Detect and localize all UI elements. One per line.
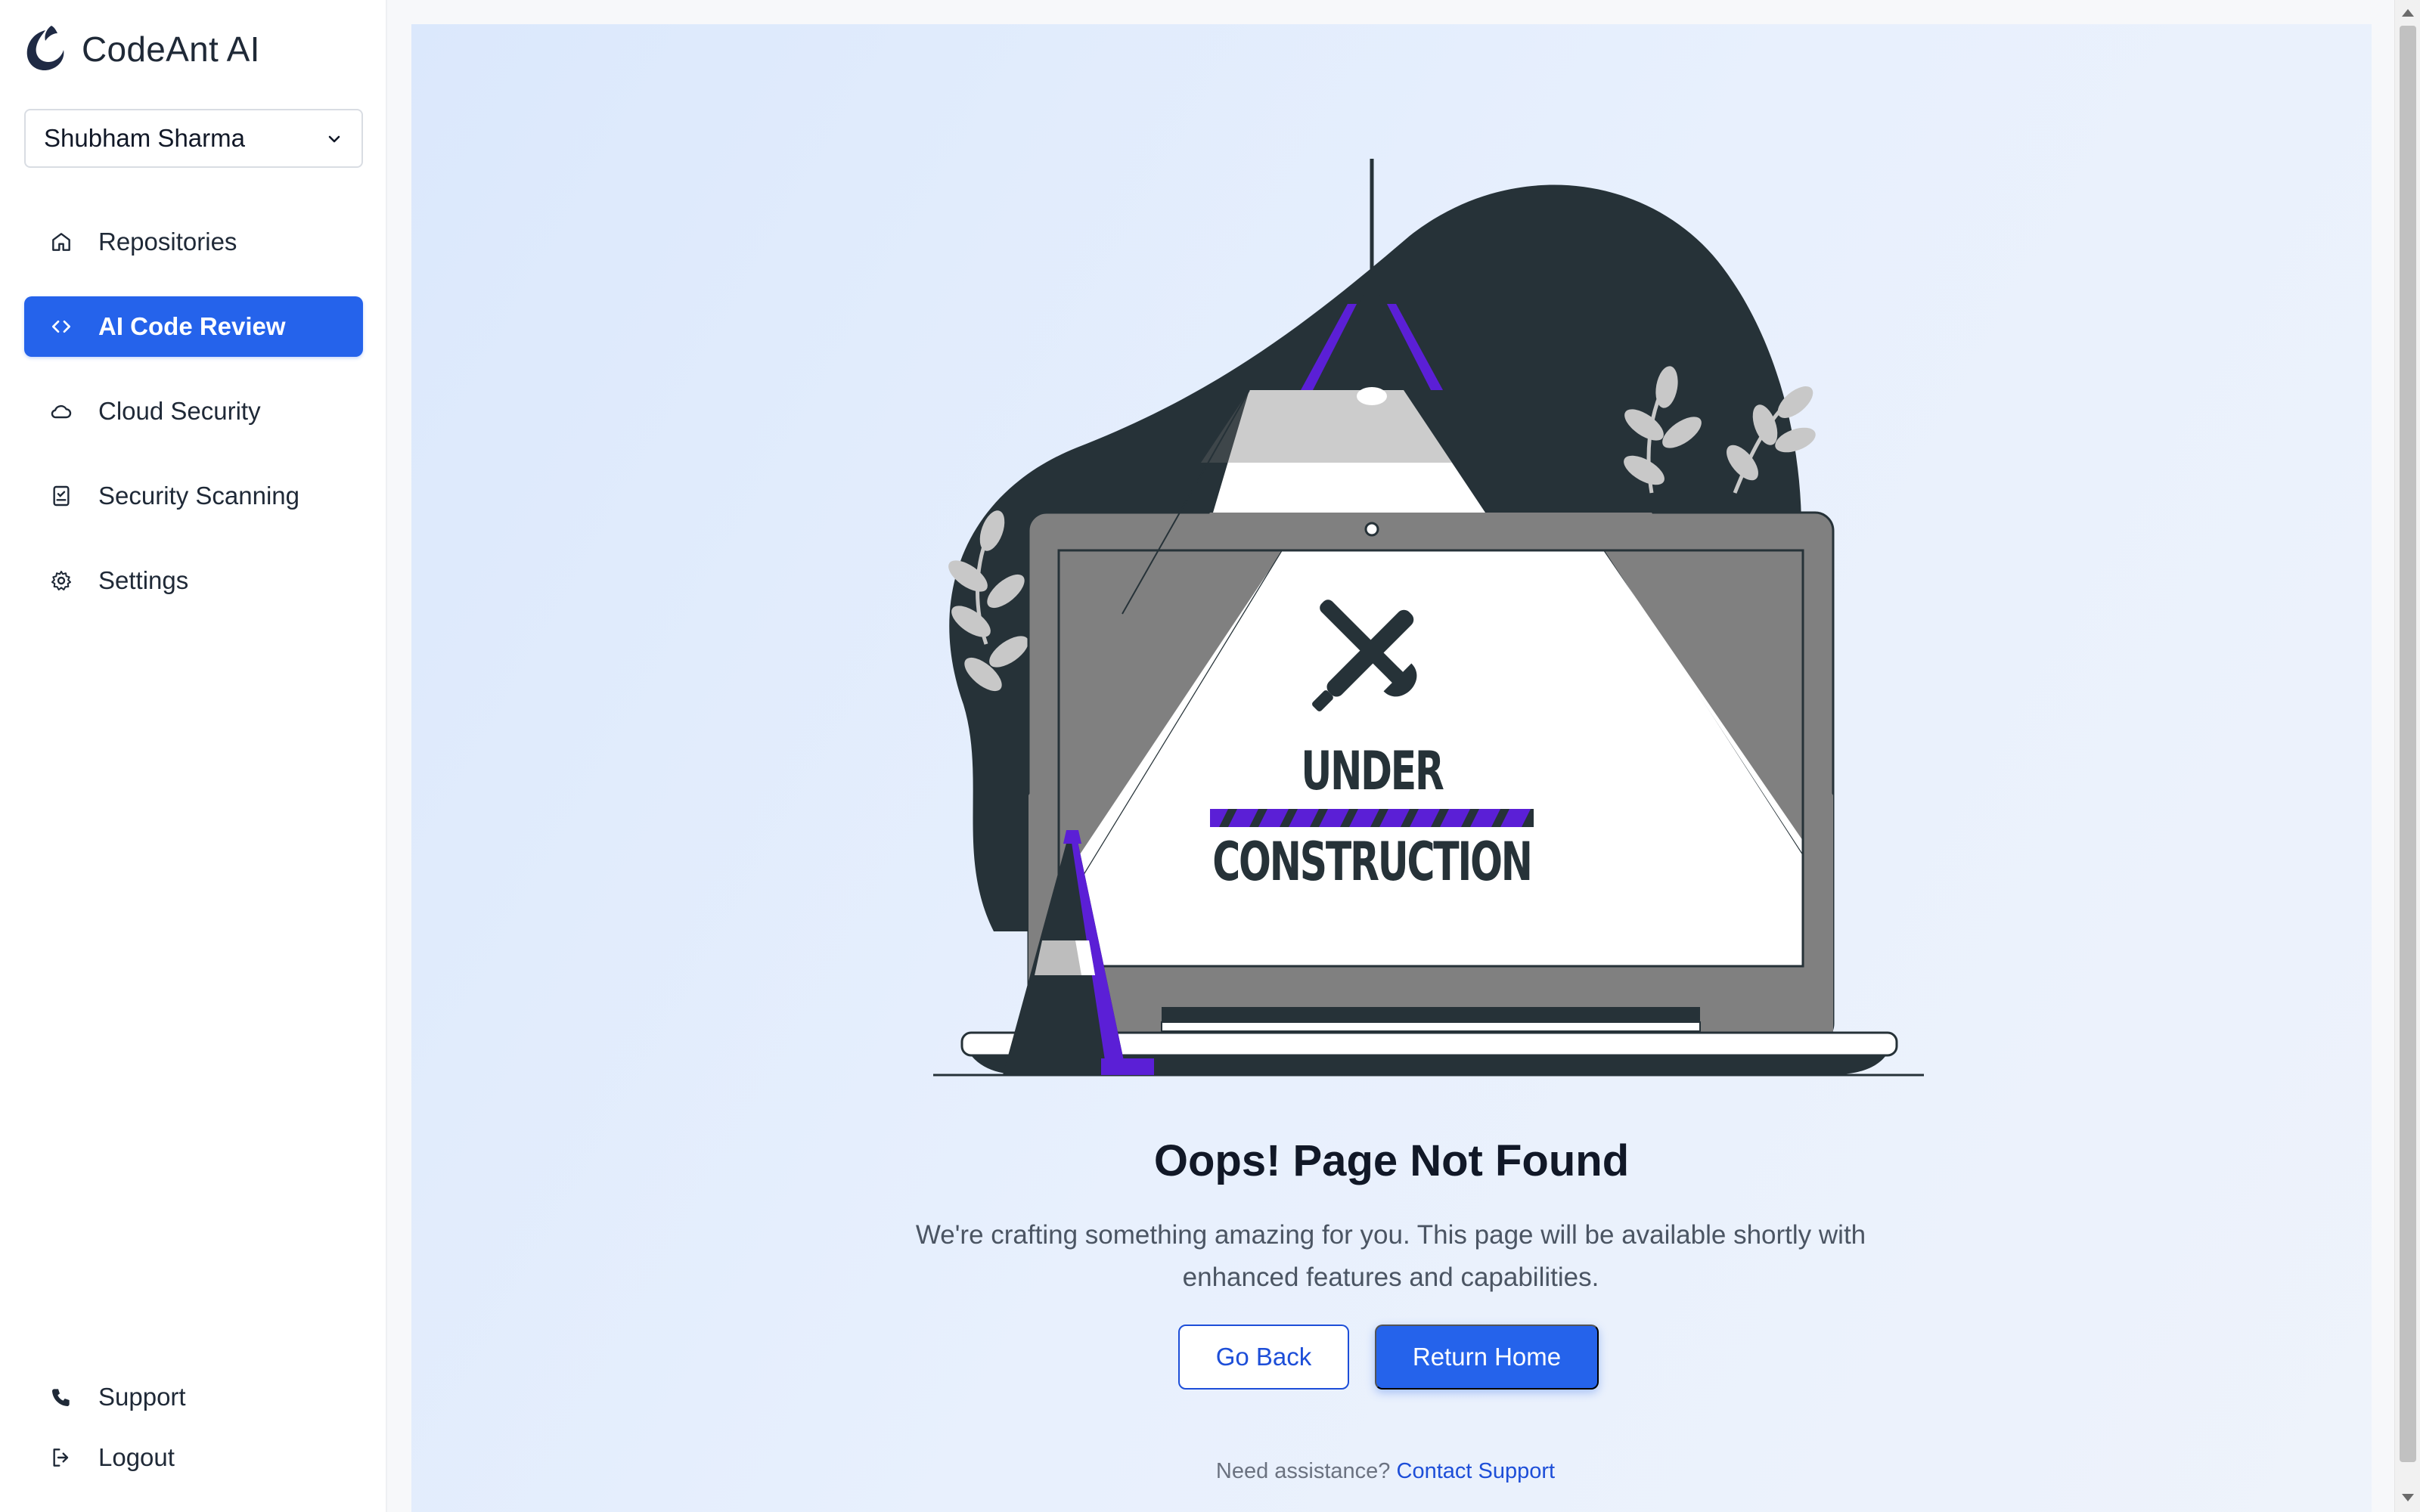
cloud-icon [48,398,74,424]
scroll-down-arrow-icon[interactable] [2402,1494,2414,1501]
sidebar-item-security-scanning[interactable]: Security Scanning [24,466,363,526]
sidebar: CodeAnt AI Shubham Sharma Repositories A… [0,0,387,1512]
sidebar-item-label: Support [98,1383,186,1411]
sidebar-item-ai-code-review[interactable]: AI Code Review [24,296,363,357]
org-selector[interactable]: Shubham Sharma [24,109,363,168]
sidebar-item-settings[interactable]: Settings [24,550,363,611]
sidebar-item-label: AI Code Review [98,312,286,340]
page-title: Oops! Page Not Found [1153,1136,1630,1185]
brand-name: CodeAnt AI [82,29,260,69]
page-description: We're crafting something amazing for you… [915,1220,1866,1292]
sidebar-item-label: Settings [98,566,189,594]
scroll-up-arrow-icon[interactable] [2402,9,2414,17]
sidebar-item-label: Repositories [98,228,237,256]
scan-icon [48,483,74,509]
app-window: CodeAnt AI Shubham Sharma Repositories A… [0,0,2420,1512]
sidebar-item-label: Logout [98,1443,175,1471]
phone-icon [48,1384,74,1410]
hazard-stripe [1210,809,1534,827]
sign-line1: UNDER [1301,741,1444,802]
main-content: UNDER CONSTRUCTION Oops! Page Not Found … [411,24,2372,1512]
home-icon [48,229,74,255]
action-buttons: Go Back Return Home [411,1325,2372,1390]
sidebar-item-logout[interactable]: Logout [24,1427,363,1488]
sidebar-item-repositories[interactable]: Repositories [24,212,363,272]
help-text: Need assistance? Contact Support [411,1459,2372,1484]
return-home-button[interactable]: Return Home [1375,1325,1599,1390]
sidebar-bottom: Support Logout [24,1367,363,1488]
sidebar-item-support[interactable]: Support [24,1367,363,1427]
help-prompt: Need assistance? [1215,1459,1397,1483]
sidebar-nav: Repositories AI Code Review Cloud Securi… [24,212,363,635]
sidebar-item-label: Security Scanning [98,482,299,510]
sign-line2: CONSTRUCTION [1212,832,1531,893]
under-construction-illustration: UNDER CONSTRUCTION [933,159,1924,1077]
codeant-logo-icon [26,26,64,71]
contact-support-link[interactable]: Contact Support [1397,1459,1556,1483]
sidebar-item-label: Cloud Security [98,397,261,425]
org-selector-value: Shubham Sharma [44,124,245,152]
sidebar-item-cloud-security[interactable]: Cloud Security [24,381,363,442]
code-icon [48,314,74,339]
chevron-down-icon [328,135,340,143]
brand[interactable]: CodeAnt AI [23,23,260,76]
go-back-button[interactable]: Go Back [1178,1325,1349,1390]
logout-icon [48,1445,74,1470]
gear-icon [48,568,74,593]
page-scrollbar[interactable] [2394,0,2420,1512]
scroll-thumb[interactable] [2400,26,2416,1462]
